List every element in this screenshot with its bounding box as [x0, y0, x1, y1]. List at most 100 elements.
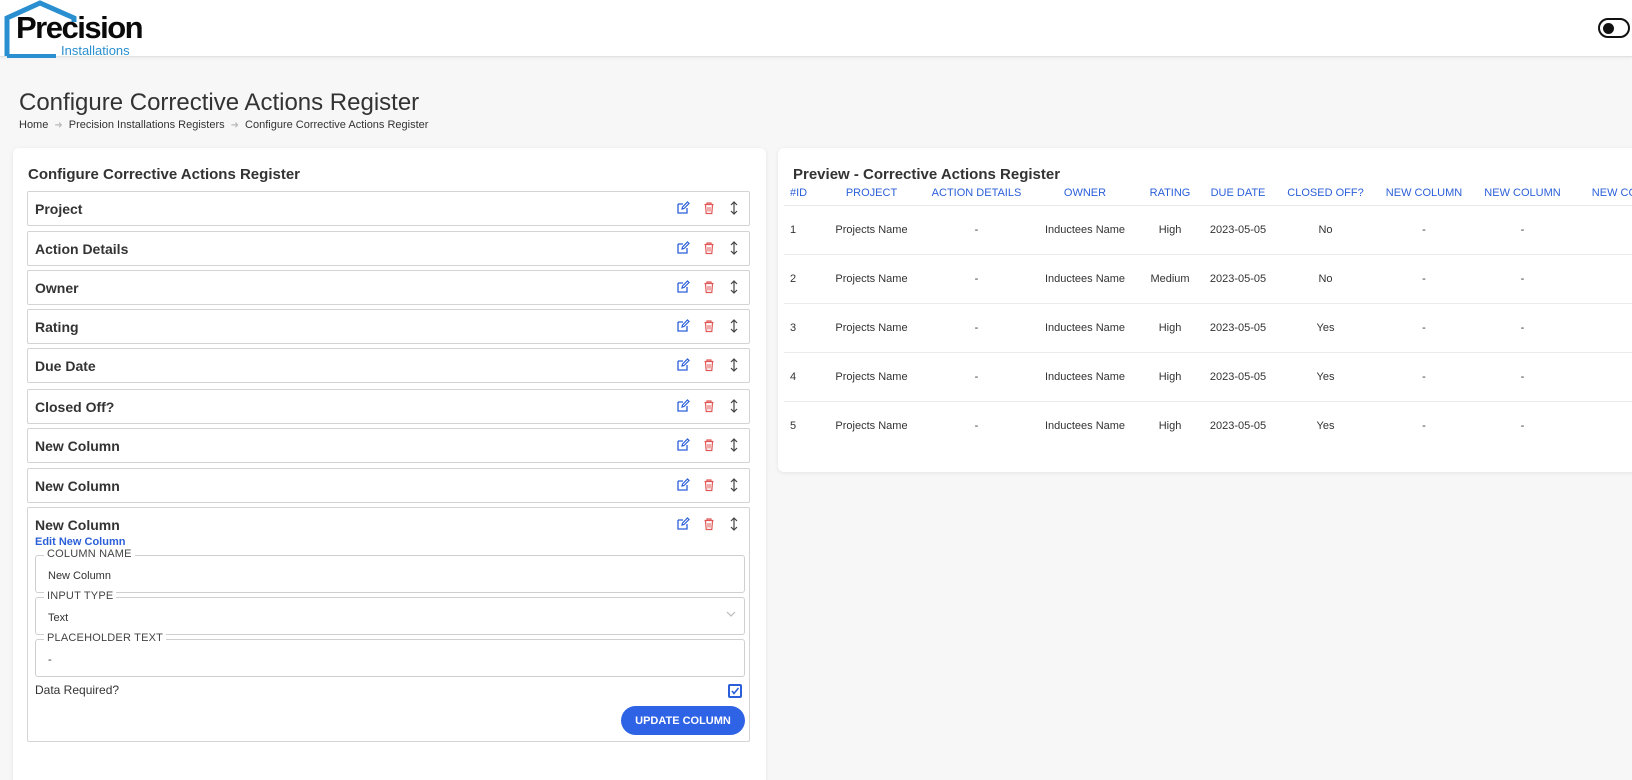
column-item[interactable]: Action Details [27, 231, 750, 266]
chevron-down-icon [726, 611, 736, 617]
column-item[interactable]: Project [27, 191, 750, 226]
drag-handle-icon[interactable] [727, 399, 741, 413]
update-column-button[interactable]: UPDATE COLUMN [621, 706, 745, 735]
preview-column-header: NEW COLUMN [1379, 182, 1469, 206]
table-cell: 2023-05-05 [1209, 419, 1267, 432]
table-cell: Inductees Name [1034, 254, 1136, 304]
table-cell: High [1158, 419, 1182, 432]
column-item[interactable]: Closed Off? [27, 389, 750, 424]
breadcrumb-arrow-icon: ➜ [54, 119, 63, 131]
drag-handle-icon[interactable] [727, 438, 741, 452]
column-name-value: New Column [48, 570, 111, 582]
delete-icon[interactable] [702, 517, 716, 531]
breadcrumb-registers[interactable]: Precision Installations Registers [69, 119, 225, 131]
table-cell [1576, 401, 1632, 450]
column-item-name: New Column [35, 478, 120, 494]
preview-column-header: PROJECT [824, 182, 919, 206]
table-cell: High [1136, 303, 1204, 353]
column-item[interactable]: Rating [27, 309, 750, 344]
column-item[interactable]: Due Date [27, 348, 750, 383]
table-cell: 3 [784, 303, 824, 353]
top-navbar: Precision Installations [0, 0, 1632, 58]
delete-icon[interactable] [702, 399, 716, 413]
edit-icon[interactable] [676, 438, 690, 452]
table-cell: Inductees Name [1034, 303, 1136, 353]
table-cell: Yes [1272, 352, 1379, 402]
preview-column-header: NEW COLUMN [1469, 182, 1576, 206]
table-cell: - [919, 303, 1034, 353]
table-cell: - [1469, 303, 1576, 353]
configure-panel-title: Configure Corrective Actions Register [28, 166, 300, 183]
delete-icon[interactable] [702, 319, 716, 333]
edit-icon[interactable] [676, 280, 690, 294]
table-cell: 1 [784, 205, 824, 255]
column-name-field[interactable]: COLUMN NAME New Column [35, 548, 745, 593]
edit-icon[interactable] [676, 358, 690, 372]
delete-icon[interactable] [702, 478, 716, 492]
table-cell: High [1136, 205, 1204, 255]
table-cell: Projects Name [824, 303, 919, 353]
table-cell: No [1272, 205, 1379, 255]
table-row: 5 Projects Name - Inductees Name High 2023-05… [784, 401, 1632, 450]
placeholder-text-label: PLACEHOLDER TEXT [44, 632, 167, 644]
table-cell: High [1136, 352, 1204, 402]
data-required-checkbox[interactable] [728, 684, 742, 698]
configure-register-panel: Configure Corrective Actions Register Pr… [13, 148, 766, 780]
preview-column-header: DUE DATE [1204, 182, 1272, 206]
input-type-label: INPUT TYPE [44, 590, 117, 602]
placeholder-text-field[interactable]: PLACEHOLDER TEXT - [35, 632, 745, 677]
preview-column-header: ACTION DETAILS [919, 182, 1034, 206]
delete-icon[interactable] [702, 201, 716, 215]
dark-mode-toggle[interactable] [1598, 18, 1630, 38]
column-item-name: Project [35, 201, 83, 217]
edit-icon[interactable] [676, 478, 690, 492]
table-cell: - [1469, 205, 1576, 255]
data-required-label: Data Required? [35, 683, 120, 697]
delete-icon[interactable] [702, 280, 716, 294]
edit-column-heading: Edit New Column [35, 536, 126, 548]
column-item[interactable]: Owner [27, 270, 750, 305]
input-type-select[interactable]: INPUT TYPE Text [35, 590, 745, 635]
drag-handle-icon[interactable] [727, 478, 741, 492]
table-cell: - [1520, 419, 1525, 432]
table-cell: Medium [1136, 254, 1204, 304]
table-cell: Inductees Name [1034, 205, 1136, 255]
drag-handle-icon[interactable] [727, 201, 741, 215]
edit-icon[interactable] [676, 241, 690, 255]
table-cell: - [1379, 254, 1469, 304]
input-type-value: Text [48, 612, 69, 624]
table-cell [1576, 303, 1632, 353]
edit-icon[interactable] [676, 517, 690, 531]
table-cell: - [974, 419, 979, 432]
drag-handle-icon[interactable] [727, 280, 741, 294]
preview-panel: Preview - Corrective Actions Register #I… [778, 148, 1632, 472]
table-cell: No [1272, 254, 1379, 304]
column-item[interactable]: New Column Edit New Column COLUMN NAME New … [27, 507, 750, 742]
edit-icon[interactable] [676, 319, 690, 333]
drag-handle-icon[interactable] [727, 241, 741, 255]
delete-icon[interactable] [702, 241, 716, 255]
column-item[interactable]: New Column [27, 428, 750, 463]
preview-column-header: #ID [784, 182, 824, 206]
drag-handle-icon[interactable] [727, 517, 741, 531]
breadcrumb-home[interactable]: Home [19, 119, 48, 131]
drag-handle-icon[interactable] [727, 319, 741, 333]
company-logo[interactable]: Precision Installations [4, 0, 144, 58]
edit-icon[interactable] [676, 399, 690, 413]
page-title: Configure Corrective Actions Register [19, 89, 420, 116]
table-row: 2 Projects Name - Inductees Name Medium 2023-… [784, 254, 1632, 304]
delete-icon[interactable] [702, 438, 716, 452]
column-item-name: Action Details [35, 241, 129, 257]
breadcrumb-arrow-icon: ➜ [230, 119, 240, 131]
delete-icon[interactable] [702, 358, 716, 372]
table-cell: Projects Name [824, 352, 919, 402]
table-cell: Inductees Name [1044, 419, 1126, 432]
drag-handle-icon[interactable] [727, 358, 741, 372]
edit-icon[interactable] [676, 201, 690, 215]
table-cell: - [919, 254, 1034, 304]
column-item[interactable]: New Column [27, 468, 750, 503]
breadcrumb-current: Configure Corrective Actions Register [245, 119, 429, 131]
table-cell: Inductees Name [1034, 352, 1136, 402]
preview-column-header: NEW COLUMN [1576, 182, 1632, 206]
column-item-name: New Column [35, 438, 120, 454]
